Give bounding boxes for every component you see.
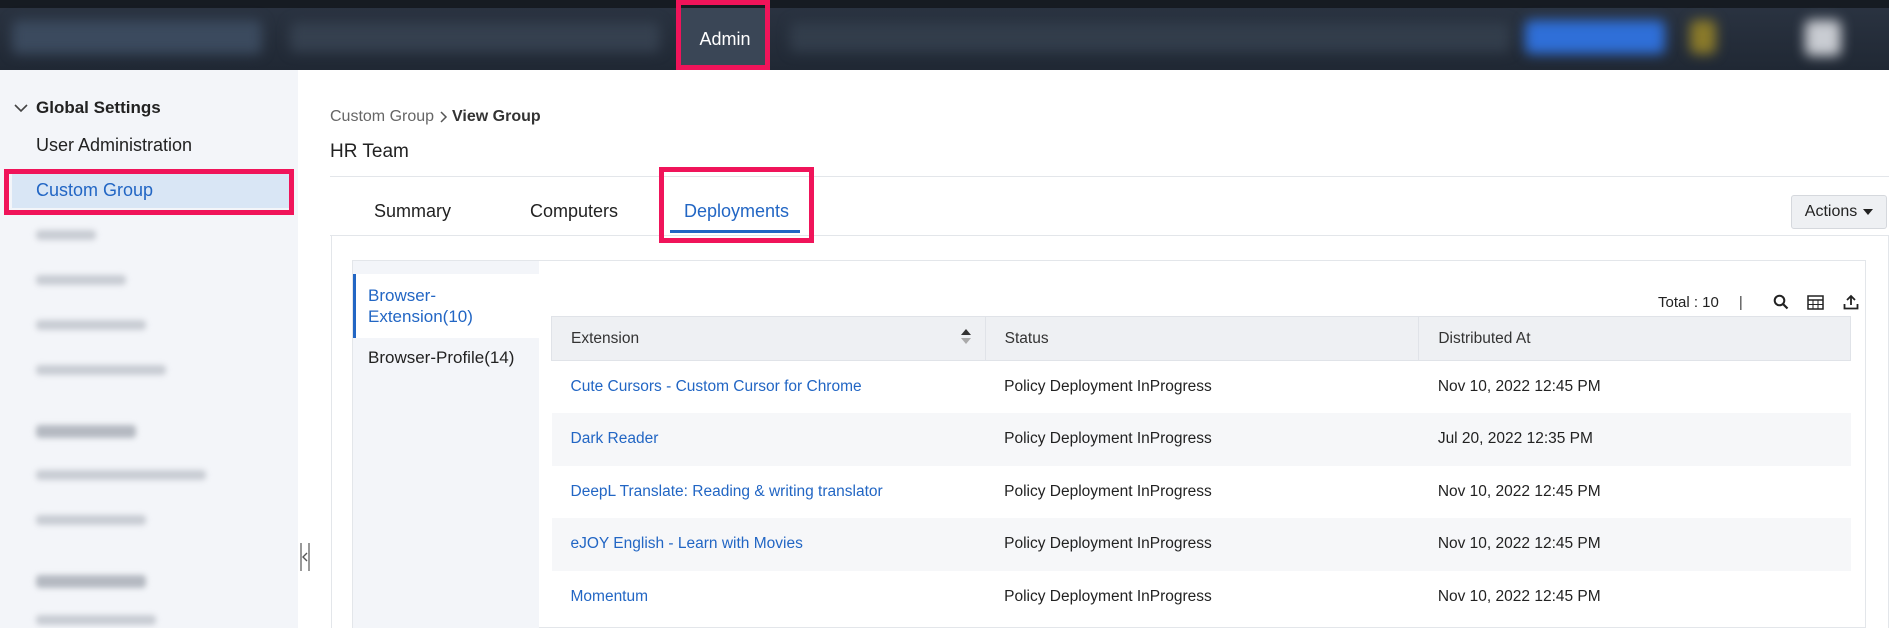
tab-summary[interactable]: Summary	[374, 201, 451, 222]
status-cell: Policy Deployment InProgress	[1004, 587, 1212, 605]
breadcrumb: Custom Group View Group	[330, 108, 541, 126]
blurred-notification-icon[interactable]	[1690, 20, 1716, 54]
table-row: eJOY English - Learn with Movies Policy …	[551, 518, 1851, 571]
extension-cell: DeepL Translate: Reading & writing trans…	[552, 466, 986, 519]
tab-label: Computers	[530, 201, 619, 221]
tab-computers[interactable]: Computers	[530, 201, 618, 222]
blurred-sidebar-item[interactable]	[36, 515, 146, 525]
column-header-label: Extension	[571, 329, 640, 347]
total-count: Total : 10	[1658, 293, 1719, 311]
sidebar-item-label: Custom Group	[36, 180, 154, 200]
blurred-primary-button[interactable]	[1525, 20, 1665, 54]
subnav-item-browser-extension[interactable]: Browser-Extension(10)	[353, 274, 539, 338]
caret-down-icon	[1863, 209, 1874, 215]
blurred-sidebar-item[interactable]	[36, 320, 146, 330]
export-icon[interactable]	[1840, 291, 1862, 313]
collapse-handle-glyph	[300, 543, 310, 571]
extension-cell: Cute Cursors - Custom Cursor for Chrome	[552, 361, 986, 414]
extension-link[interactable]: Momentum	[571, 588, 649, 605]
sort-icon[interactable]	[960, 329, 971, 344]
tab-label: Deployments	[684, 201, 790, 221]
browser-stripe	[0, 0, 1889, 8]
chevron-right-icon	[440, 111, 448, 123]
blurred-sidebar-item[interactable]	[36, 275, 126, 285]
distributed-at-cell: Nov 10, 2022 12:45 PM	[1437, 587, 1601, 605]
search-icon[interactable]	[1770, 291, 1792, 313]
actions-button-label: Actions	[1804, 203, 1858, 220]
top-navigation-bar: Admin	[0, 0, 1889, 70]
status-cell: Policy Deployment InProgress	[985, 413, 1419, 466]
subnav-item-label: Browser-Extension(10)	[368, 286, 473, 326]
column-header-status[interactable]: Status	[984, 316, 1420, 361]
subnav-item-browser-profile[interactable]: Browser-Profile(14)	[368, 348, 514, 368]
sidebar-item-custom-group[interactable]: Custom Group	[12, 172, 292, 208]
status-cell: Policy Deployment InProgress	[1004, 378, 1212, 395]
distributed-at-cell: Nov 10, 2022 12:45 PM	[1437, 482, 1601, 500]
tab-label: Summary	[374, 201, 452, 221]
chevron-down-icon	[14, 104, 28, 113]
actions-button[interactable]: Actions	[1791, 195, 1887, 229]
breadcrumb-current: View Group	[452, 108, 541, 125]
admin-tab-label: Admin	[699, 28, 751, 49]
column-header-distributed-at[interactable]: Distributed At	[1418, 316, 1851, 361]
distributed-at-cell: Nov 10, 2022 12:45 PM	[1437, 378, 1601, 395]
sidebar-item-label: User Administration	[36, 135, 193, 155]
column-header-label: Distributed At	[1438, 329, 1531, 347]
extension-cell: eJOY English - Learn with Movies	[551, 518, 986, 571]
sidebar: Global Settings User Administration Cust…	[0, 70, 298, 628]
breadcrumb-parent[interactable]: Custom Group	[330, 108, 434, 126]
distributed-at-cell: Jul 20, 2022 12:35 PM	[1418, 413, 1851, 466]
extension-link[interactable]: Dark Reader	[571, 430, 659, 447]
page-title: HR Team	[330, 141, 409, 162]
title-divider	[330, 176, 1889, 177]
extensions-table: Extension Status Distributed At Cute Cur…	[551, 316, 1851, 623]
blurred-sidebar-item[interactable]	[36, 365, 166, 375]
sidebar-item-user-administration[interactable]: User Administration	[36, 135, 192, 156]
column-header-label: Status	[1004, 329, 1049, 347]
blurred-sidebar-heading[interactable]	[36, 425, 136, 438]
blurred-sidebar-item[interactable]	[36, 230, 96, 240]
toolbar-separator: |	[1738, 293, 1743, 311]
admin-tab[interactable]: Admin	[680, 8, 770, 70]
status-cell: Policy Deployment InProgress	[1004, 482, 1212, 500]
blurred-sidebar-item[interactable]	[36, 615, 156, 625]
status-cell: Policy Deployment InProgress	[985, 518, 1419, 571]
extension-cell: Dark Reader	[551, 413, 986, 466]
table-row: Momentum Policy Deployment InProgress No…	[552, 571, 1851, 624]
extension-link[interactable]: Cute Cursors - Custom Cursor for Chrome	[571, 378, 862, 395]
column-header-extension[interactable]: Extension	[551, 316, 986, 361]
table-toolbar: Total : 10 |	[1658, 291, 1862, 313]
table-row: DeepL Translate: Reading & writing trans…	[552, 466, 1851, 519]
extension-link[interactable]: DeepL Translate: Reading & writing trans…	[571, 483, 883, 500]
blurred-sidebar-item[interactable]	[36, 470, 206, 480]
blurred-logo	[12, 20, 262, 54]
column-chooser-icon[interactable]	[1805, 291, 1827, 313]
blurred-nav-items	[290, 22, 660, 52]
table-header-row: Extension Status Distributed At	[551, 316, 1851, 361]
subnav-item-label: Browser-Profile(14)	[368, 348, 515, 367]
active-tab-indicator	[670, 230, 800, 233]
extension-link[interactable]: eJOY English - Learn with Movies	[571, 535, 803, 552]
table-row: Cute Cursors - Custom Cursor for Chrome …	[552, 361, 1851, 414]
sidebar-heading-label: Global Settings	[36, 98, 161, 117]
table-row: Dark Reader Policy Deployment InProgress…	[551, 413, 1851, 466]
sidebar-heading[interactable]: Global Settings	[14, 98, 161, 118]
blurred-nav-items-right	[790, 22, 1510, 52]
distributed-at-cell: Nov 10, 2022 12:45 PM	[1418, 518, 1851, 571]
blurred-avatar[interactable]	[1805, 20, 1841, 56]
blurred-sidebar-heading[interactable]	[36, 575, 146, 588]
extension-cell: Momentum	[552, 571, 986, 624]
collapse-handle-icon[interactable]	[298, 540, 312, 574]
tab-deployments[interactable]: Deployments	[684, 201, 789, 222]
